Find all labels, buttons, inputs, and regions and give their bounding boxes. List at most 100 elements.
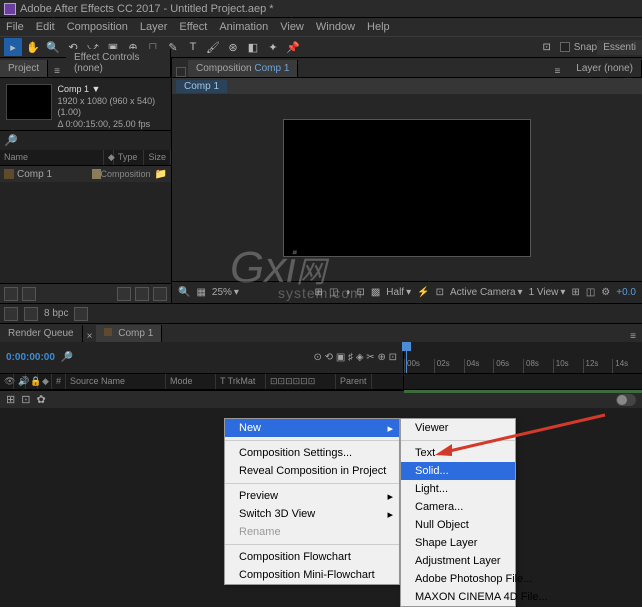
submenu-light[interactable]: Light... <box>401 480 515 498</box>
submenu-viewer[interactable]: Viewer <box>401 419 515 437</box>
submenu-cinema4d-file[interactable]: MAXON CINEMA 4D File... <box>401 588 515 606</box>
timecode-icon[interactable]: ⊡ <box>436 287 444 298</box>
col-name[interactable]: Name <box>0 150 104 165</box>
menu-new[interactable]: New <box>225 419 399 437</box>
menu-window[interactable]: Window <box>316 21 355 33</box>
type-tool-icon[interactable]: T <box>184 38 202 56</box>
menu-help[interactable]: Help <box>367 21 390 33</box>
effect-controls-tab[interactable]: Effect Controls (none) <box>66 49 171 77</box>
timeline-comp-tab[interactable]: Comp 1 <box>96 325 162 342</box>
menu-composition-flowchart[interactable]: Composition Flowchart <box>225 548 399 566</box>
selection-tool-icon[interactable]: ▸ <box>4 38 22 56</box>
work-area-bar[interactable] <box>404 390 642 393</box>
mask-icon[interactable]: ◑ <box>344 287 350 298</box>
pin-icon[interactable] <box>176 67 186 77</box>
snapping-checkbox[interactable] <box>560 42 570 52</box>
col-trkmat[interactable]: T TrkMat <box>216 374 266 389</box>
info-icon-2[interactable] <box>24 307 38 321</box>
clone-tool-icon[interactable]: ⊛ <box>224 38 242 56</box>
timeline-icons-row[interactable]: ⊙ ⟲ ▣ ♯ ◈ ✂ ⊕ ⊡ <box>314 352 397 363</box>
trash-icon-2[interactable] <box>74 307 88 321</box>
submenu-text[interactable]: Text <box>401 444 515 462</box>
col-source-name[interactable]: Source Name <box>66 374 166 389</box>
trash-icon[interactable] <box>153 287 167 301</box>
tl-footer-icon-2[interactable]: ⊡ <box>21 393 30 406</box>
view-dropdown[interactable]: 1 View ▾ <box>529 287 566 298</box>
col-lock-icon[interactable]: 🔒 <box>26 374 38 389</box>
col-label-icon[interactable]: ◆ <box>38 374 52 389</box>
camera-dropdown[interactable]: Active Camera ▾ <box>450 287 523 298</box>
new-comp-icon[interactable] <box>135 287 149 301</box>
current-timecode[interactable]: 0:00:00:00 <box>6 352 55 363</box>
viewer-menu-icon[interactable]: ≡ <box>548 66 566 77</box>
menu-effect[interactable]: Effect <box>179 21 207 33</box>
timeline-search-icon[interactable]: 🔎 <box>61 352 73 363</box>
fast-preview-icon[interactable]: ⚡ <box>417 287 429 298</box>
resolution-icon[interactable]: ⊞ <box>315 287 323 298</box>
toggle-switches[interactable] <box>616 394 636 406</box>
snap-icon[interactable]: ⊡ <box>538 38 556 56</box>
composition-viewer-tab[interactable]: Composition Comp 1 <box>188 60 298 77</box>
viewer-canvas[interactable] <box>172 94 642 281</box>
submenu-solid[interactable]: Solid... <box>401 462 515 480</box>
transparency-icon[interactable]: ▩ <box>371 287 380 298</box>
menu-layer[interactable]: Layer <box>140 21 168 33</box>
col-mode[interactable]: Mode <box>166 374 216 389</box>
menu-view[interactable]: View <box>280 21 304 33</box>
magnify-icon[interactable]: 🔍 <box>178 287 190 298</box>
project-tab[interactable]: Project <box>0 60 48 77</box>
workspace-tab[interactable]: Essenti <box>597 40 642 55</box>
resolution-dropdown[interactable]: Half ▾ <box>386 287 411 298</box>
new-folder-icon[interactable] <box>117 287 131 301</box>
col-video-icon[interactable]: 👁 <box>0 374 14 389</box>
submenu-shape-layer[interactable]: Shape Layer <box>401 534 515 552</box>
render-queue-tab[interactable]: Render Queue <box>0 325 83 342</box>
submenu-adjustment-layer[interactable]: Adjustment Layer <box>401 552 515 570</box>
view-opt2-icon[interactable]: ◫ <box>586 287 595 298</box>
project-search-input[interactable] <box>22 135 167 146</box>
menu-edit[interactable]: Edit <box>36 21 55 33</box>
layer-viewer-tab[interactable]: Layer (none) <box>568 60 642 77</box>
composition-stage[interactable] <box>283 119 531 257</box>
col-switches-icon[interactable]: ⊡⊡⊡⊡⊡⊡ <box>266 374 336 389</box>
col-audio-icon[interactable]: 🔊 <box>14 374 26 389</box>
menu-composition-mini-flowchart[interactable]: Composition Mini-Flowchart <box>225 566 399 584</box>
grid-icon[interactable]: ▦ <box>196 287 205 298</box>
tl-footer-icon-3[interactable]: ✿ <box>36 393 45 406</box>
view-opt3-icon[interactable]: ⚙ <box>601 287 610 298</box>
bit-depth-icon[interactable] <box>22 287 36 301</box>
puppet-tool-icon[interactable]: 📌 <box>284 38 302 56</box>
menu-composition-settings[interactable]: Composition Settings... <box>225 444 399 462</box>
comp-subtab[interactable]: Comp 1 <box>176 80 227 93</box>
label-color-icon[interactable] <box>92 169 100 179</box>
menu-preview[interactable]: Preview <box>225 487 399 505</box>
info-icon-1[interactable] <box>4 307 18 321</box>
submenu-null-object[interactable]: Null Object <box>401 516 515 534</box>
project-item[interactable]: Comp 1 Composition 📁 <box>0 166 171 182</box>
col-number[interactable]: # <box>52 374 66 389</box>
view-opt1-icon[interactable]: ⊞ <box>571 287 579 298</box>
col-label-icon[interactable]: ◆ <box>104 150 114 165</box>
zoom-tool-icon[interactable]: 🔍 <box>44 38 62 56</box>
col-type[interactable]: Type <box>114 150 145 165</box>
project-list[interactable]: Comp 1 Composition 📁 <box>0 166 171 283</box>
menu-animation[interactable]: Animation <box>219 21 268 33</box>
brush-tool-icon[interactable]: 🖌 <box>204 38 222 56</box>
region-icon[interactable]: ⊡ <box>356 287 364 298</box>
interpret-footage-icon[interactable] <box>4 287 18 301</box>
menu-reveal-composition[interactable]: Reveal Composition in Project <box>225 462 399 480</box>
bit-depth-label[interactable]: 8 bpc <box>44 308 68 319</box>
menu-switch-3d-view[interactable]: Switch 3D View <box>225 505 399 523</box>
time-ruler[interactable]: 00s 02s 04s 06s 08s 10s 12s 14s <box>404 342 642 373</box>
hand-tool-icon[interactable]: ✋ <box>24 38 42 56</box>
menu-composition[interactable]: Composition <box>67 21 128 33</box>
exposure-value[interactable]: +0.0 <box>616 287 636 298</box>
timeline-menu-icon[interactable]: ≡ <box>624 331 642 342</box>
menu-file[interactable]: File <box>6 21 24 33</box>
submenu-camera[interactable]: Camera... <box>401 498 515 516</box>
col-parent[interactable]: Parent <box>336 374 372 389</box>
submenu-photoshop-file[interactable]: Adobe Photoshop File... <box>401 570 515 588</box>
roto-tool-icon[interactable]: ✦ <box>264 38 282 56</box>
eraser-tool-icon[interactable]: ◧ <box>244 38 262 56</box>
tl-footer-icon-1[interactable]: ⊞ <box>6 393 15 406</box>
